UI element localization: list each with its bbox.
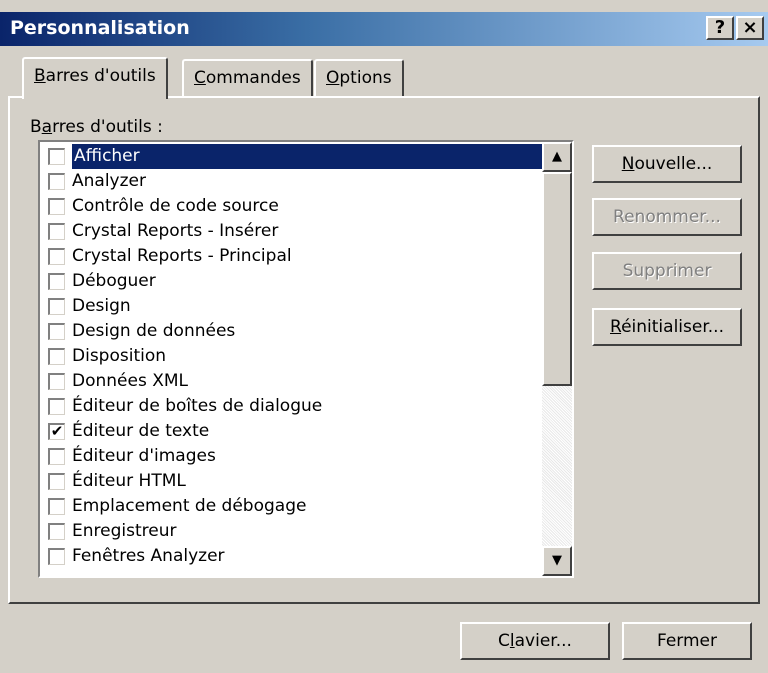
vertical-scrollbar[interactable]: ▲ ▼ xyxy=(542,142,572,576)
customize-dialog: Personnalisation ? × Barres d'outils Com… xyxy=(0,0,768,673)
checkbox[interactable] xyxy=(48,173,65,190)
list-item[interactable]: Analyzer xyxy=(42,169,542,194)
list-item[interactable]: Enregistreur xyxy=(42,519,542,544)
list-item-label: Crystal Reports - Principal xyxy=(72,246,292,266)
scrollbar-thumb[interactable] xyxy=(542,172,572,386)
checkbox[interactable] xyxy=(48,448,65,465)
list-item[interactable]: Éditeur HTML xyxy=(42,469,542,494)
list-item[interactable]: Données XML xyxy=(42,369,542,394)
checkbox[interactable] xyxy=(48,148,65,165)
rename-button: Renommer... xyxy=(592,198,742,236)
arrow-up-icon[interactable]: ▲ xyxy=(542,142,572,172)
list-item[interactable]: ✔ Éditeur de texte xyxy=(42,419,542,444)
checkbox[interactable] xyxy=(48,198,65,215)
arrow-down-icon[interactable]: ▼ xyxy=(542,546,572,576)
checkbox[interactable] xyxy=(48,273,65,290)
list-item[interactable]: Design de données xyxy=(42,319,542,344)
list-item-label: Disposition xyxy=(72,346,167,366)
checkbox-checked[interactable]: ✔ xyxy=(48,423,65,440)
delete-button: Supprimer xyxy=(592,252,742,290)
list-item-label: Éditeur de texte xyxy=(72,421,210,441)
list-item[interactable]: Éditeur d'images xyxy=(42,444,542,469)
tab-options[interactable]: Options xyxy=(314,59,404,97)
checkbox[interactable] xyxy=(48,398,65,415)
list-item[interactable]: Éditeur de boîtes de dialogue xyxy=(42,394,542,419)
title-bar[interactable]: Personnalisation ? × xyxy=(0,12,768,46)
list-item-label: Fenêtres Analyzer xyxy=(72,546,225,566)
list-item-label: Design xyxy=(72,296,131,316)
list-item[interactable]: Afficher xyxy=(42,144,546,169)
list-item-label: Éditeur d'images xyxy=(72,446,216,466)
toolbars-listbox[interactable]: Afficher Analyzer Contrôle de code source C… xyxy=(38,140,574,578)
close-button[interactable]: Fermer xyxy=(622,622,752,660)
checkbox[interactable] xyxy=(48,523,65,540)
list-item[interactable]: Déboguer xyxy=(42,269,542,294)
list-item[interactable]: Contrôle de code source xyxy=(42,194,542,219)
list-item[interactable]: Crystal Reports - Insérer xyxy=(42,219,542,244)
checkbox[interactable] xyxy=(48,223,65,240)
list-item-label: Éditeur HTML xyxy=(72,471,186,491)
list-item-label: Contrôle de code source xyxy=(72,196,279,216)
checkbox[interactable] xyxy=(48,348,65,365)
reset-button[interactable]: Réinitialiser... xyxy=(592,308,742,346)
help-button[interactable]: ? xyxy=(706,16,734,40)
checkbox[interactable] xyxy=(48,548,65,565)
new-toolbar-button[interactable]: Nouvelle... xyxy=(592,145,742,183)
list-item[interactable]: Design xyxy=(42,294,542,319)
tab-commands[interactable]: Commandes xyxy=(182,59,313,97)
list-item-label: Afficher xyxy=(72,144,546,169)
list-item-label: Éditeur de boîtes de dialogue xyxy=(72,396,323,416)
list-item[interactable]: Fenêtres Analyzer xyxy=(42,544,542,569)
keyboard-button[interactable]: Clavier... xyxy=(460,622,610,660)
list-item-label: Crystal Reports - Insérer xyxy=(72,221,279,241)
list-item[interactable]: Disposition xyxy=(42,344,542,369)
list-item-label: Données XML xyxy=(72,371,189,391)
window-title: Personnalisation xyxy=(10,17,190,39)
list-item[interactable]: Emplacement de débogage xyxy=(42,494,542,519)
checkbox[interactable] xyxy=(48,323,65,340)
close-window-button[interactable]: × xyxy=(736,16,764,40)
list-item-label: Enregistreur xyxy=(72,521,177,541)
list-item-label: Déboguer xyxy=(72,271,156,291)
list-item[interactable]: Crystal Reports - Principal xyxy=(42,244,542,269)
checkbox[interactable] xyxy=(48,298,65,315)
checkbox[interactable] xyxy=(48,248,65,265)
tab-toolbars[interactable]: Barres d'outils xyxy=(22,57,168,99)
toolbars-list-label: Barres d'outils : xyxy=(30,117,163,137)
checkbox[interactable] xyxy=(48,373,65,390)
checkbox[interactable] xyxy=(48,498,65,515)
list-item-label: Emplacement de débogage xyxy=(72,496,307,516)
checkbox[interactable] xyxy=(48,473,65,490)
list-item-label: Analyzer xyxy=(72,171,146,191)
list-item-label: Design de données xyxy=(72,321,236,341)
